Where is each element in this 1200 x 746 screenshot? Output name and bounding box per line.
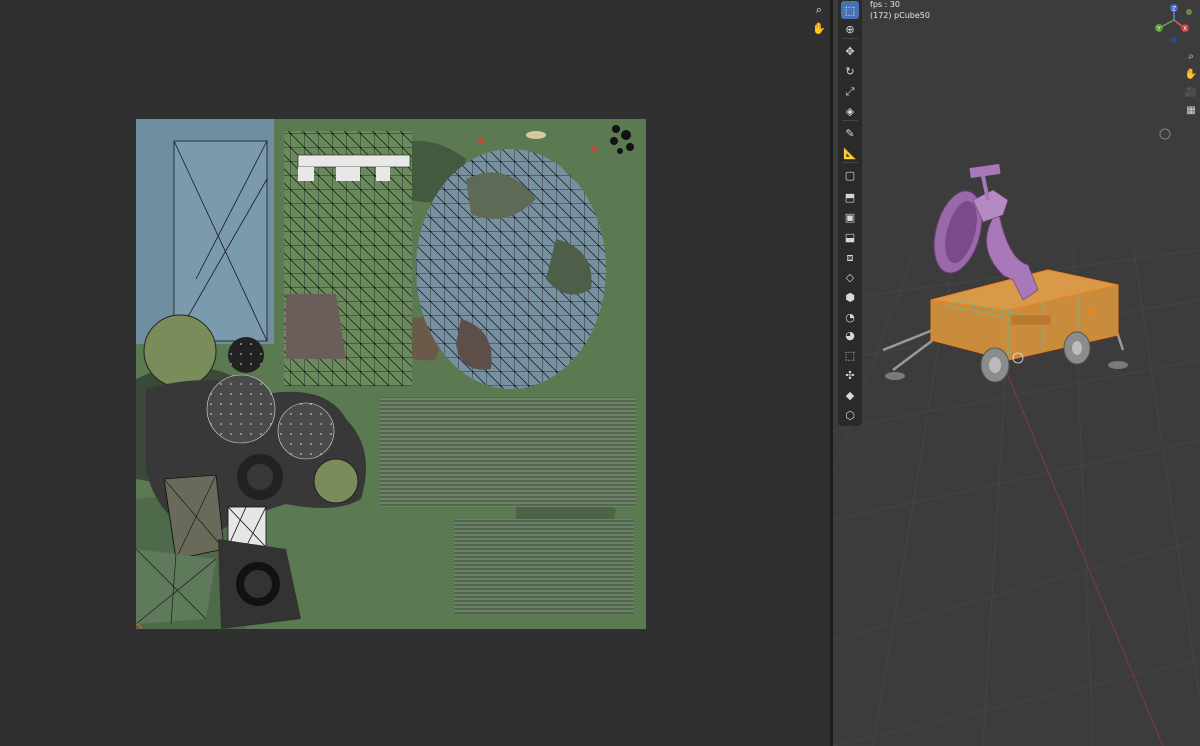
uv-texture-canvas[interactable] xyxy=(136,119,646,629)
uv-zoom-button[interactable]: ⌕ xyxy=(810,1,828,19)
add-cube-tool-icon: ▢ xyxy=(844,168,856,182)
uv-pin xyxy=(591,146,597,152)
rip-tool-icon: ⬡ xyxy=(845,408,855,422)
uv-island-white-strip xyxy=(297,154,411,168)
measure-tool-icon: 📐 xyxy=(843,146,857,160)
camo-patch xyxy=(286,294,346,359)
shear-tool-icon: ◆ xyxy=(845,388,855,402)
inset-tool-button[interactable]: ▣ xyxy=(841,208,859,226)
extrude-tool-icon: ⬒ xyxy=(844,190,856,204)
uv-pin xyxy=(478,138,484,144)
uv-pan-button[interactable]: ✋ xyxy=(810,19,828,37)
active-object-label: (172) pCube50 xyxy=(870,11,930,20)
toolbar-separator xyxy=(842,38,858,39)
smooth-tool-button[interactable]: ◕ xyxy=(841,326,859,344)
zoom-icon: ⌕ xyxy=(815,3,823,16)
annotate-tool-icon: ✎ xyxy=(845,126,855,140)
inset-tool-icon: ▣ xyxy=(844,210,856,224)
annotate-tool-button[interactable]: ✎ xyxy=(841,124,859,142)
uv-editor-area[interactable]: ⌕ ✋ xyxy=(0,0,830,746)
uv-island-truss xyxy=(136,549,216,624)
uv-wire-lines xyxy=(380,397,636,507)
select-box-tool-button[interactable]: ⬚ xyxy=(841,1,859,19)
uv-island-small xyxy=(526,131,546,139)
camera-view-button[interactable]: 🎥 xyxy=(1183,84,1199,100)
edge-slide-tool-button[interactable]: ⬚ xyxy=(841,346,859,364)
transform-tool-button[interactable]: ◈ xyxy=(841,102,859,120)
poly-build-tool-icon: ⬢ xyxy=(845,290,855,304)
navigation-gizmo[interactable]: Z X Y xyxy=(1155,4,1192,44)
pan-view-icon: ✋ xyxy=(1184,68,1198,80)
uv-wire-radial xyxy=(228,337,264,373)
transform-tool-icon: ◈ xyxy=(845,104,855,118)
uv-island-white-block xyxy=(336,167,360,181)
move-tool-icon: ✥ xyxy=(845,44,855,58)
gizmo-neg-y-axis[interactable] xyxy=(1186,9,1192,15)
scale-tool-icon: ⤢ xyxy=(845,84,855,98)
scale-tool-button[interactable]: ⤢ xyxy=(841,82,859,100)
radar-trailer-model xyxy=(882,163,1128,383)
measure-tool-button[interactable]: 📐 xyxy=(841,144,859,162)
perspective-toggle-button[interactable]: ▦ xyxy=(1183,102,1199,118)
uv-wire-radial xyxy=(278,403,334,459)
shear-tool-button[interactable]: ◆ xyxy=(841,386,859,404)
poly-build-tool-button[interactable]: ⬢ xyxy=(841,288,859,306)
smooth-tool-icon: ◕ xyxy=(845,328,855,342)
rotate-tool-button[interactable]: ↻ xyxy=(841,62,859,80)
zoom-view-icon: ⌕ xyxy=(1188,50,1194,62)
loop-cut-tool-button[interactable]: ⧈ xyxy=(841,248,859,266)
zoom-view-button[interactable]: ⌕ xyxy=(1183,48,1199,64)
uv-wire-radial xyxy=(207,375,275,443)
x-axis-line xyxy=(992,339,1164,746)
rotate-tool-icon: ↻ xyxy=(845,64,855,78)
pan-view-button[interactable]: ✋ xyxy=(1183,66,1199,82)
cursor-tool-icon: ⊕ xyxy=(845,22,855,36)
uv-wire-lines xyxy=(454,519,634,614)
add-cube-tool-button[interactable]: ▢ xyxy=(841,166,859,184)
camera-view-icon: 🎥 xyxy=(1184,86,1198,98)
edge-slide-tool-icon: ⬚ xyxy=(844,348,856,362)
uv-island-white-block xyxy=(298,167,314,181)
knife-tool-button[interactable]: ◇ xyxy=(841,268,859,286)
uv-island-wheel xyxy=(143,314,217,388)
perspective-toggle-icon: ▦ xyxy=(1186,104,1196,116)
bevel-tool-button[interactable]: ⬓ xyxy=(841,228,859,246)
toolbar-separator xyxy=(842,162,858,163)
uv-island-wheel-small xyxy=(313,458,359,504)
loop-cut-tool-icon: ⧈ xyxy=(846,250,854,264)
select-box-tool-icon: ⬚ xyxy=(844,3,856,17)
tool-shelf: ⬚ ⊕ ✥ ↻ ⤢ ◈ ✎ 📐 ▢ ⬒ ▣ ⬓ ⧈ ◇ ⬢ ◔ ◕ ⬚ ✣ ◆ ⬡ xyxy=(838,0,862,426)
bevel-tool-icon: ⬓ xyxy=(844,230,856,244)
3d-viewport[interactable]: Z X Y ⬚ ⊕ ✥ ↻ ⤢ ◈ ✎ 📐 ▢ ⬒ ▣ ⬓ ⧈ ◇ ⬢ ◔ ◕ ⬚ ✣ ◆ ⬡ fps : 30 (17… xyxy=(833,0,1200,746)
3d-cursor xyxy=(1159,128,1171,140)
cursor-tool-button[interactable]: ⊕ xyxy=(841,20,859,38)
fps-readout: fps : 30 xyxy=(870,0,901,9)
uv-island-white-block xyxy=(376,167,390,181)
move-tool-button[interactable]: ✥ xyxy=(841,42,859,60)
extrude-tool-button[interactable]: ⬒ xyxy=(841,188,859,206)
gizmo-neg-z-axis[interactable] xyxy=(1170,36,1178,44)
viewport-scene[interactable]: Z X Y xyxy=(833,0,1200,746)
shrink-fatten-tool-button[interactable]: ✣ xyxy=(841,366,859,384)
gizmo-x-label: X xyxy=(1183,26,1187,33)
knife-tool-icon: ◇ xyxy=(845,270,855,284)
hand-icon: ✋ xyxy=(812,21,826,35)
spin-tool-button[interactable]: ◔ xyxy=(841,308,859,326)
gizmo-y-label: Y xyxy=(1156,26,1161,33)
toolbar-separator xyxy=(842,120,858,121)
spin-tool-icon: ◔ xyxy=(845,310,855,324)
rip-tool-button[interactable]: ⬡ xyxy=(841,406,859,424)
shrink-fatten-tool-icon: ✣ xyxy=(845,368,855,382)
gizmo-z-label: Z xyxy=(1172,6,1176,13)
